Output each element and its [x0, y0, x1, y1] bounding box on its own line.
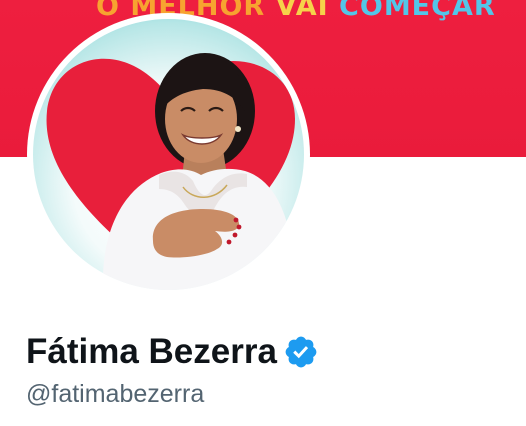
display-name-row: Fátima Bezerra: [26, 330, 319, 374]
avatar-nail: [232, 232, 238, 238]
avatar-nail: [226, 239, 232, 245]
banner-slogan-word: COMEÇAR: [339, 0, 496, 22]
avatar-earring: [235, 126, 241, 132]
avatar-photo: [33, 19, 304, 290]
banner-slogan-word: VAI: [275, 0, 329, 22]
profile-handle: @fatimabezerra: [26, 380, 205, 408]
avatar-portrait: [46, 53, 296, 290]
verified-badge-icon: [285, 336, 317, 368]
avatar-nail: [233, 217, 239, 223]
verified-badge-icon[interactable]: [283, 334, 319, 370]
profile-header: O MELHOR VAI COMEÇAR Fátima Bezerra @fat…: [0, 0, 526, 426]
profile-avatar[interactable]: [27, 13, 310, 296]
avatar-nail: [236, 224, 242, 230]
display-name: Fátima Bezerra: [26, 332, 277, 371]
